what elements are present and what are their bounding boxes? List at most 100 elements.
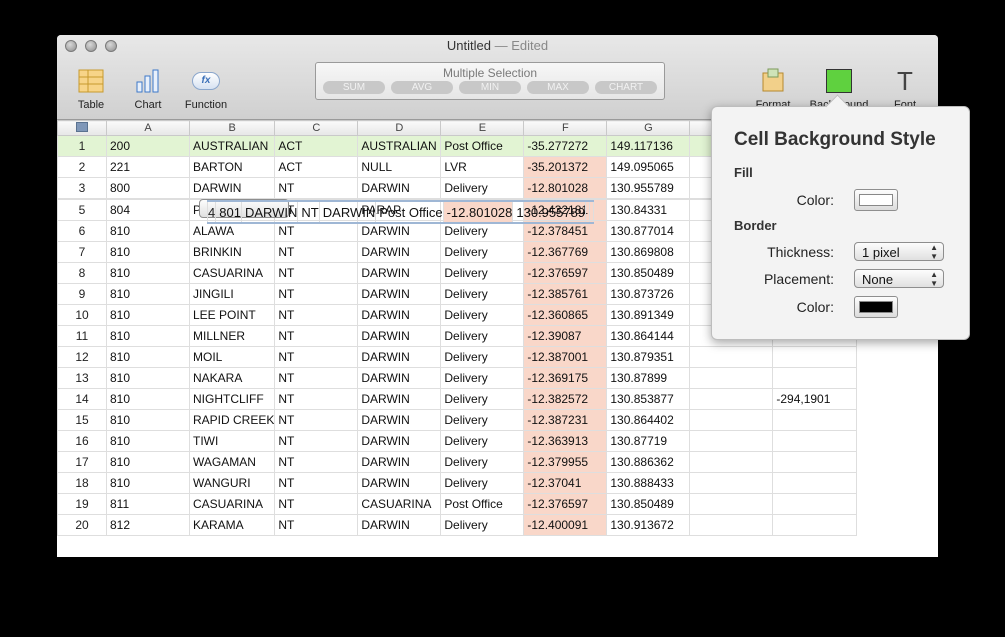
row-number[interactable]: 6 [57, 220, 107, 242]
table-cell[interactable]: DARWIN [357, 241, 442, 263]
table-cell[interactable]: 810 [106, 346, 190, 368]
font-button[interactable]: T Font [885, 65, 925, 112]
table-cell[interactable]: NULL [357, 156, 442, 178]
table-cell[interactable]: -12.367769 [523, 241, 608, 263]
table-cell[interactable]: DARWIN [357, 409, 442, 431]
table-cell[interactable]: LEE POINT [188, 304, 276, 326]
table-cell[interactable]: -12.39087 [523, 325, 608, 347]
table-cell[interactable]: Post Office [375, 200, 444, 224]
table-cell[interactable]: Delivery [440, 304, 525, 326]
table-cell[interactable]: 149.117136 [606, 135, 691, 157]
table-cell[interactable]: NT [274, 409, 359, 431]
table-cell[interactable]: -12.801028 [442, 200, 514, 224]
table-cell[interactable]: DARWIN [357, 367, 442, 389]
table-cell[interactable]: DARWIN [188, 177, 276, 199]
row-number[interactable]: 9 [57, 283, 107, 305]
table-cell[interactable]: DARWIN [357, 177, 442, 199]
row-number[interactable]: 7 [57, 241, 107, 263]
table-cell[interactable]: RAPID CREEK [188, 409, 276, 431]
table-cell[interactable]: -294,1901 [772, 388, 858, 410]
table-row[interactable]: 19 811 CASUARINA NT CASUARINA Post Office -12.… [57, 493, 858, 515]
table-cell[interactable]: CASUARINA [188, 262, 276, 284]
table-cell[interactable] [772, 367, 858, 389]
table-cell[interactable]: NT [274, 304, 359, 326]
table-cell[interactable]: NT [274, 325, 359, 347]
table-cell[interactable]: 130.87899 [606, 367, 691, 389]
table-row[interactable]: 4 801 DARWIN NT DARWIN Post Office -12.801028 1… [199, 199, 595, 224]
table-cell[interactable]: 810 [106, 325, 190, 347]
chart-button[interactable]: Chart [128, 65, 168, 111]
table-cell[interactable] [772, 346, 858, 368]
row-number[interactable]: 15 [57, 409, 107, 431]
table-cell[interactable] [689, 430, 774, 452]
column-header[interactable]: B [188, 120, 276, 136]
table-cell[interactable]: 200 [106, 135, 190, 157]
table-cell[interactable]: 804 [106, 199, 190, 221]
table-cell[interactable]: Delivery [440, 451, 525, 473]
table-cell[interactable]: 810 [106, 472, 190, 494]
table-cell[interactable]: 130.853877 [606, 388, 691, 410]
table-cell[interactable]: NT [274, 514, 359, 536]
table-cell[interactable]: -12.376597 [523, 493, 608, 515]
table-cell[interactable]: -12.400091 [523, 514, 608, 536]
table-cell[interactable]: -12.382572 [523, 388, 608, 410]
row-number[interactable]: 13 [57, 367, 107, 389]
table-cell[interactable]: 812 [106, 514, 190, 536]
table-cell[interactable]: NAKARA [188, 367, 276, 389]
table-cell[interactable]: 130.888433 [606, 472, 691, 494]
table-cell[interactable] [589, 200, 595, 224]
table-cell[interactable]: DARWIN [357, 304, 442, 326]
column-header[interactable]: C [274, 120, 359, 136]
table-cell[interactable]: 810 [106, 241, 190, 263]
row-number[interactable]: 17 [57, 451, 107, 473]
table-cell[interactable]: DARWIN [357, 346, 442, 368]
row-number[interactable]: 4 [206, 200, 217, 224]
table-cell[interactable]: Delivery [440, 283, 525, 305]
row-number[interactable]: 5 [57, 199, 107, 221]
table-cell[interactable]: Delivery [440, 409, 525, 431]
table-row[interactable]: 14 810 NIGHTCLIFF NT DARWIN Delivery -12.38257… [57, 388, 858, 410]
table-cell[interactable]: -12.369175 [523, 367, 608, 389]
column-header[interactable]: F [523, 120, 608, 136]
table-cell[interactable]: 130.864402 [606, 409, 691, 431]
table-cell[interactable]: ACT [274, 135, 359, 157]
select-all-corner[interactable] [57, 120, 107, 136]
table-cell[interactable]: Delivery [440, 388, 525, 410]
row-number[interactable]: 14 [57, 388, 107, 410]
table-cell[interactable]: DARWIN [357, 262, 442, 284]
table-cell[interactable]: 221 [106, 156, 190, 178]
table-cell[interactable]: Delivery [440, 514, 525, 536]
row-number[interactable]: 18 [57, 472, 107, 494]
table-cell[interactable]: Delivery [440, 325, 525, 347]
column-header[interactable]: E [440, 120, 525, 136]
function-button[interactable]: fx Function [181, 65, 231, 111]
row-number[interactable]: 19 [57, 493, 107, 515]
table-cell[interactable]: NT [274, 283, 359, 305]
table-cell[interactable]: 810 [106, 451, 190, 473]
table-cell[interactable]: MOIL [188, 346, 276, 368]
table-cell[interactable]: 130.87719 [606, 430, 691, 452]
table-cell[interactable]: 810 [106, 283, 190, 305]
table-row[interactable]: 17 810 WAGAMAN NT DARWIN Delivery -12.379955 13… [57, 451, 858, 473]
max-button[interactable]: MAX [527, 81, 589, 94]
table-cell[interactable]: NT [274, 346, 359, 368]
table-cell[interactable]: CASUARINA [188, 493, 276, 515]
table-cell[interactable] [772, 493, 858, 515]
table-cell[interactable]: WANGURI [188, 472, 276, 494]
table-cell[interactable]: DARWIN [357, 514, 442, 536]
table-cell[interactable]: 130.869808 [606, 241, 691, 263]
table-cell[interactable]: 130.955789 [512, 200, 587, 224]
table-cell[interactable] [689, 367, 774, 389]
row-number[interactable]: 2 [57, 156, 107, 178]
table-cell[interactable]: Delivery [440, 472, 525, 494]
table-cell[interactable]: DARWIN [357, 388, 442, 410]
table-cell[interactable] [772, 430, 858, 452]
table-cell[interactable]: 130.886362 [606, 451, 691, 473]
table-cell[interactable]: NT [297, 200, 320, 224]
table-cell[interactable] [772, 409, 858, 431]
table-cell[interactable]: BRINKIN [188, 241, 276, 263]
table-cell[interactable]: NT [274, 367, 359, 389]
table-cell[interactable]: Delivery [440, 430, 525, 452]
row-number[interactable]: 11 [57, 325, 107, 347]
table-cell[interactable]: 800 [106, 177, 190, 199]
